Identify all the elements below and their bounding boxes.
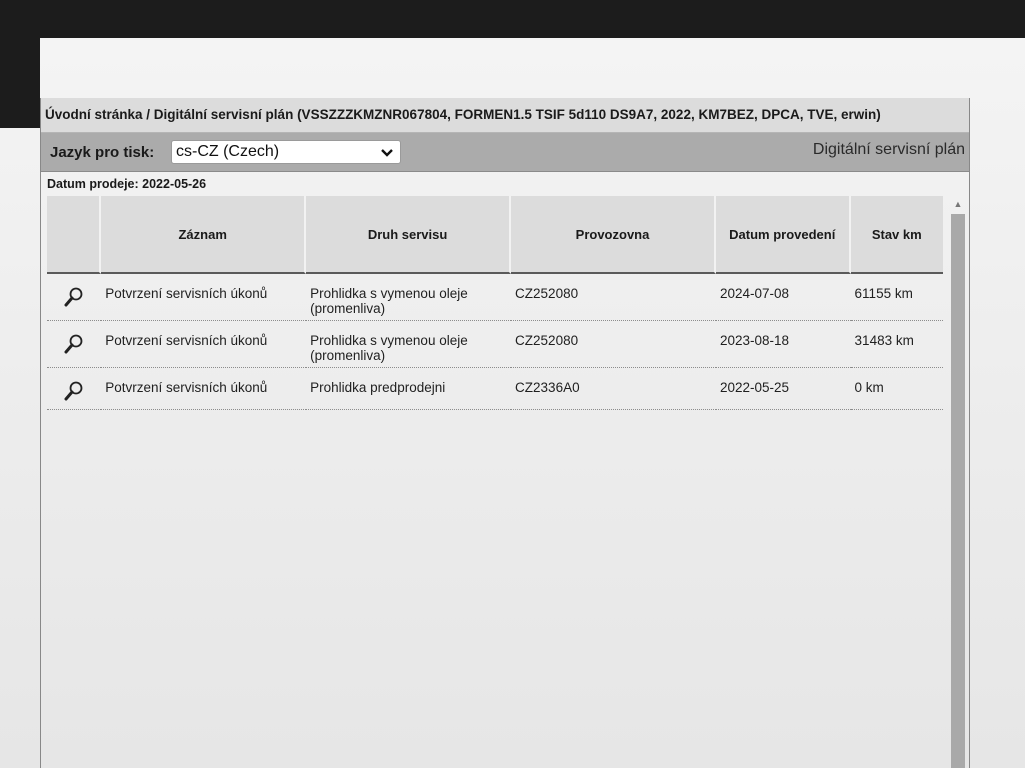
cell-service-type: Prohlidka s vymenou oleje (promenliva) <box>306 321 512 368</box>
vertical-scrollbar[interactable]: ▲ <box>949 196 967 768</box>
row-detail-cell <box>47 321 102 368</box>
cell-date: 2023-08-18 <box>715 321 851 368</box>
table-header-row: Záznam Druh servisu Provozovna Datum pro… <box>47 196 943 274</box>
cell-record: Potvrzení servisních úkonů <box>101 368 307 410</box>
cell-mileage: 31483 km <box>850 321 943 368</box>
toolbar: Jazyk pro tisk: cs-CZ (Czech) Digitální … <box>41 133 969 172</box>
language-select-value: cs-CZ (Czech) <box>176 143 280 160</box>
cell-workshop: CZ252080 <box>511 274 716 321</box>
service-records-table: Záznam Druh servisu Provozovna Datum pro… <box>47 196 943 410</box>
chevron-down-icon <box>381 149 393 157</box>
language-label: Jazyk pro tisk: <box>50 144 155 161</box>
printed-page: Úvodní stránka / Digitální servisní plán… <box>0 38 1025 768</box>
sale-date: Datum prodeje: 2022-05-26 <box>47 177 207 191</box>
page-title: Digitální servisní plán <box>812 141 965 158</box>
table-row[interactable]: Potvrzení servisních úkonů Prohlidka s v… <box>47 274 943 321</box>
scroll-up-arrow-icon[interactable]: ▲ <box>951 196 965 212</box>
table-row[interactable]: Potvrzení servisních úkonů Prohlidka s v… <box>47 321 943 368</box>
scrollbar-track[interactable] <box>951 214 965 768</box>
magnifier-icon[interactable] <box>63 333 85 355</box>
cell-service-type: Prohlidka s vymenou oleje (promenliva) <box>306 274 512 321</box>
magnifier-icon[interactable] <box>63 286 85 308</box>
cell-mileage: 0 km <box>850 368 943 410</box>
column-header-date[interactable]: Datum provedení <box>715 196 851 274</box>
cell-workshop: CZ2336A0 <box>511 368 716 410</box>
records-grid: Záznam Druh servisu Provozovna Datum pro… <box>41 196 969 768</box>
row-detail-cell <box>47 274 102 321</box>
cell-record: Potvrzení servisních úkonů <box>101 321 307 368</box>
breadcrumb[interactable]: Úvodní stránka / Digitální servisní plán… <box>41 98 969 133</box>
cell-record: Potvrzení servisních úkonů <box>101 274 307 321</box>
cell-date: 2024-07-08 <box>715 274 851 321</box>
page-corner-shadow <box>0 38 40 128</box>
column-header-workshop[interactable]: Provozovna <box>511 196 716 274</box>
table-row[interactable]: Potvrzení servisních úkonů Prohlidka pre… <box>47 368 943 410</box>
cell-service-type: Prohlidka predprodejni <box>306 368 512 410</box>
column-header-icon <box>47 196 102 274</box>
language-select[interactable]: cs-CZ (Czech) <box>171 140 401 164</box>
column-header-service-type[interactable]: Druh servisu <box>306 196 512 274</box>
cell-date: 2022-05-25 <box>715 368 851 410</box>
column-header-mileage[interactable]: Stav km <box>850 196 943 274</box>
cell-mileage: 61155 km <box>850 274 943 321</box>
app-frame: Úvodní stránka / Digitální servisní plán… <box>40 98 970 768</box>
cell-workshop: CZ252080 <box>511 321 716 368</box>
row-detail-cell <box>47 368 102 410</box>
column-header-record[interactable]: Záznam <box>101 196 307 274</box>
magnifier-icon[interactable] <box>63 380 85 402</box>
